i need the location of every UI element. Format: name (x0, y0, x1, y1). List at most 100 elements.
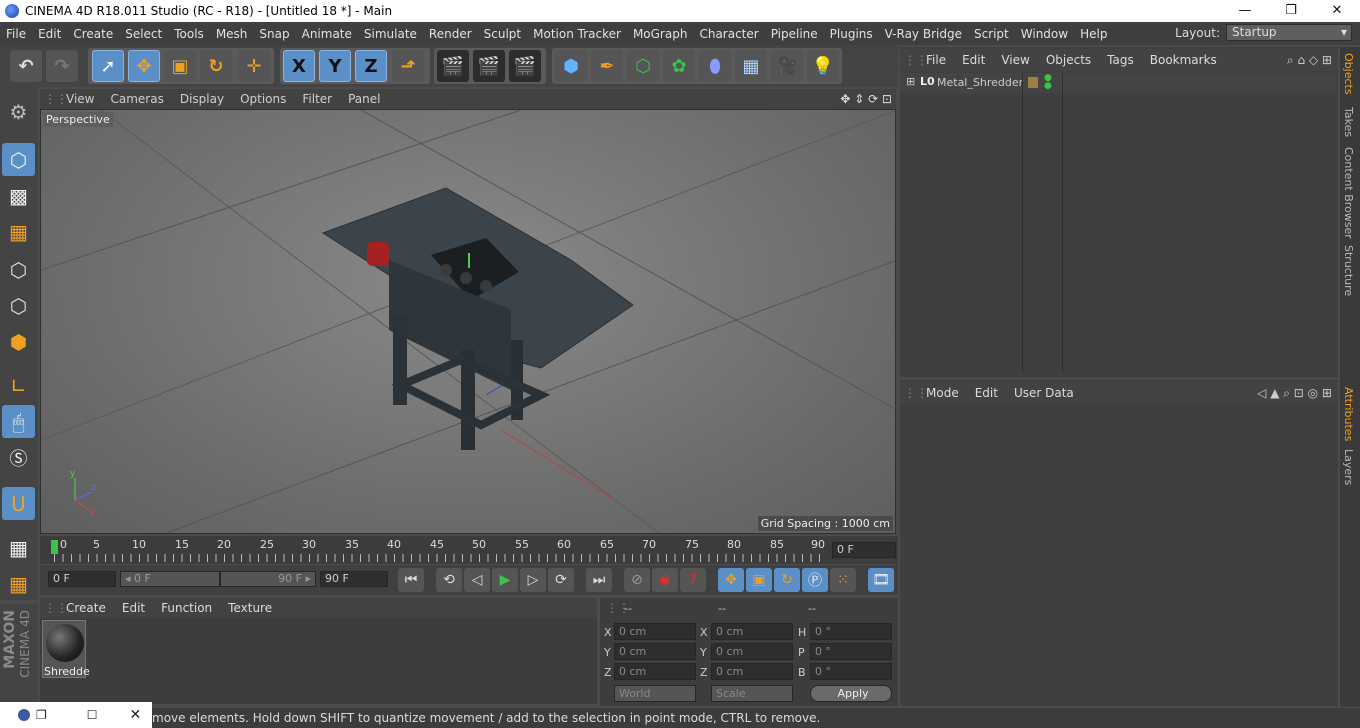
go-to-end-icon[interactable]: ⏭ (586, 568, 612, 592)
layout-dropdown[interactable]: Startup (1226, 24, 1352, 41)
material-swatch[interactable]: Shredde (42, 620, 90, 678)
x-axis-lock-button[interactable]: X (283, 50, 315, 82)
menu-window[interactable]: Window (1015, 27, 1074, 41)
menu-script[interactable]: Script (968, 27, 1015, 41)
position-x-field[interactable]: 0 cm (614, 623, 696, 640)
maximize-button[interactable]: ❐ (1268, 0, 1314, 22)
menu-help[interactable]: Help (1074, 27, 1113, 41)
rotation-h-field[interactable]: 0 ° (810, 623, 892, 640)
expand-icon[interactable]: ⊞ (906, 75, 915, 88)
render-picture-viewer-icon[interactable]: 🎬 (473, 50, 505, 82)
attribute-menu-user-data[interactable]: User Data (1006, 386, 1082, 400)
previous-frame-icon[interactable]: ◁ (464, 568, 490, 592)
axis-mode-icon[interactable]: ∟ (2, 369, 35, 402)
menu-tools[interactable]: Tools (168, 27, 210, 41)
model-mode-icon[interactable]: ⬡ (2, 143, 35, 176)
menu-pipeline[interactable]: Pipeline (765, 27, 824, 41)
timeline-window-icon[interactable]: 🎞 (868, 568, 894, 592)
maximize-icon[interactable]: ☐ (87, 708, 98, 722)
autokeying-icon[interactable]: ? (680, 568, 706, 592)
light-icon[interactable]: 💡 (807, 50, 839, 82)
close-button[interactable]: ✕ (1314, 0, 1360, 22)
viewport-perspective[interactable]: y z x Perspective Grid Spacing : 1000 cm (40, 109, 896, 534)
object-menu-view[interactable]: View (993, 53, 1037, 67)
menu-select[interactable]: Select (119, 27, 168, 41)
y-axis-lock-button[interactable]: Y (319, 50, 351, 82)
z-axis-lock-button[interactable]: Z (355, 50, 387, 82)
scale-dropdown[interactable]: Scale (711, 685, 793, 702)
viewport-menu-filter[interactable]: Filter (294, 92, 340, 106)
object-manager-tools-icons[interactable]: ⌕ ⌂ ◇ ⊞ (1287, 53, 1332, 68)
viewport-menu-view[interactable]: View (58, 92, 102, 106)
camera-icon[interactable]: 🎥 (771, 50, 803, 82)
go-to-start-icon[interactable]: ⏮ (398, 568, 424, 592)
position-z-field[interactable]: 0 cm (614, 663, 696, 680)
rotation-p-field[interactable]: 0 ° (810, 643, 892, 660)
tab-objects[interactable]: Objects (1342, 53, 1355, 95)
object-menu-edit[interactable]: Edit (954, 53, 993, 67)
cube-icon[interactable]: ⬢ (555, 50, 587, 82)
render-view-icon[interactable]: 🎬 (437, 50, 469, 82)
range-end-slider[interactable]: 90 F ▸ (220, 571, 316, 587)
size-x-field[interactable]: 0 cm (711, 623, 793, 640)
menu-snap[interactable]: Snap (253, 27, 295, 41)
size-z-field[interactable]: 0 cm (711, 663, 793, 680)
cloner-icon[interactable]: ✿ (663, 50, 695, 82)
rotation-b-field[interactable]: 0 ° (810, 663, 892, 680)
minimize-button[interactable]: — (1222, 0, 1268, 22)
material-menu-texture[interactable]: Texture (220, 601, 280, 615)
timeline-ruler[interactable]: 0 5 10 15 20 25 30 35 40 45 50 55 60 65 … (40, 536, 898, 564)
menu-create[interactable]: Create (67, 27, 119, 41)
end-frame-field[interactable]: 90 F (320, 571, 388, 587)
render-settings-icon[interactable]: 🎬 (509, 50, 541, 82)
keyframe-selection-icon[interactable]: ⊘ (624, 568, 650, 592)
viewport-menu-options[interactable]: Options (232, 92, 294, 106)
menu-mesh[interactable]: Mesh (210, 27, 254, 41)
tab-takes[interactable]: Takes (1342, 107, 1355, 137)
material-menu-create[interactable]: Create (58, 601, 114, 615)
visibility-dots-icon[interactable]: ● ● (1044, 74, 1052, 91)
menu-motion-tracker[interactable]: Motion Tracker (527, 27, 627, 41)
tab-structure[interactable]: Structure (1342, 245, 1355, 296)
viewport-menu-panel[interactable]: Panel (340, 92, 388, 106)
close-icon[interactable]: ✕ (130, 707, 142, 723)
deformer-icon[interactable]: ⬮ (699, 50, 731, 82)
object-menu-objects[interactable]: Objects (1038, 53, 1099, 67)
menu-edit[interactable]: Edit (32, 27, 67, 41)
key-rotation-icon[interactable]: ↻ (774, 568, 800, 592)
live-selection-icon[interactable]: ➚ (92, 50, 124, 82)
edges-mode-icon[interactable]: ⬡ (2, 289, 35, 322)
current-frame-field[interactable]: 0 F (832, 542, 896, 558)
play-icon[interactable]: ▶ (492, 568, 518, 592)
record-active-icon[interactable]: ◉ (652, 568, 678, 592)
object-menu-tags[interactable]: Tags (1099, 53, 1142, 67)
c4d-taskbar-icon[interactable] (18, 709, 30, 721)
next-frame-icon[interactable]: ▷ (520, 568, 546, 592)
menu-file[interactable]: File (0, 27, 32, 41)
viewport-nav-icons[interactable]: ✥ ⇕ ⟳ ⊡ (840, 92, 892, 106)
make-editable-icon[interactable]: ⚙ (2, 95, 35, 128)
world-dropdown[interactable]: World (614, 685, 696, 702)
next-key-icon[interactable]: ⟳ (548, 568, 574, 592)
restore-icon[interactable]: ❐ (36, 708, 47, 722)
range-start-slider[interactable]: ◂ 0 F (120, 571, 220, 587)
viewport-menu-display[interactable]: Display (172, 92, 232, 106)
menu-plugins[interactable]: Plugins (824, 27, 879, 41)
key-pla-icon[interactable]: ⁙ (830, 568, 856, 592)
start-frame-field[interactable]: 0 F (48, 571, 116, 587)
solo-icon[interactable]: Ⓢ (2, 441, 35, 474)
menu-character[interactable]: Character (693, 27, 764, 41)
move-icon[interactable]: ✥ (128, 50, 160, 82)
size-y-field[interactable]: 0 cm (711, 643, 793, 660)
floor-icon[interactable]: ▦ (735, 50, 767, 82)
subdivision-icon[interactable]: ⬡ (627, 50, 659, 82)
attribute-tools-icons[interactable]: ◁ ▲ ⌕ ⊡ ◎ ⊞ (1257, 386, 1332, 401)
undo-icon[interactable]: ↶ (10, 50, 42, 82)
metal-shredder-model[interactable] (321, 187, 634, 450)
points-mode-icon[interactable]: ⬡ (2, 253, 35, 286)
tab-content-browser[interactable]: Content Browser (1342, 147, 1355, 239)
attribute-menu-edit[interactable]: Edit (967, 386, 1006, 400)
previous-key-icon[interactable]: ⟲ (436, 568, 462, 592)
position-y-field[interactable]: 0 cm (614, 643, 696, 660)
pen-icon[interactable]: ✒ (591, 50, 623, 82)
